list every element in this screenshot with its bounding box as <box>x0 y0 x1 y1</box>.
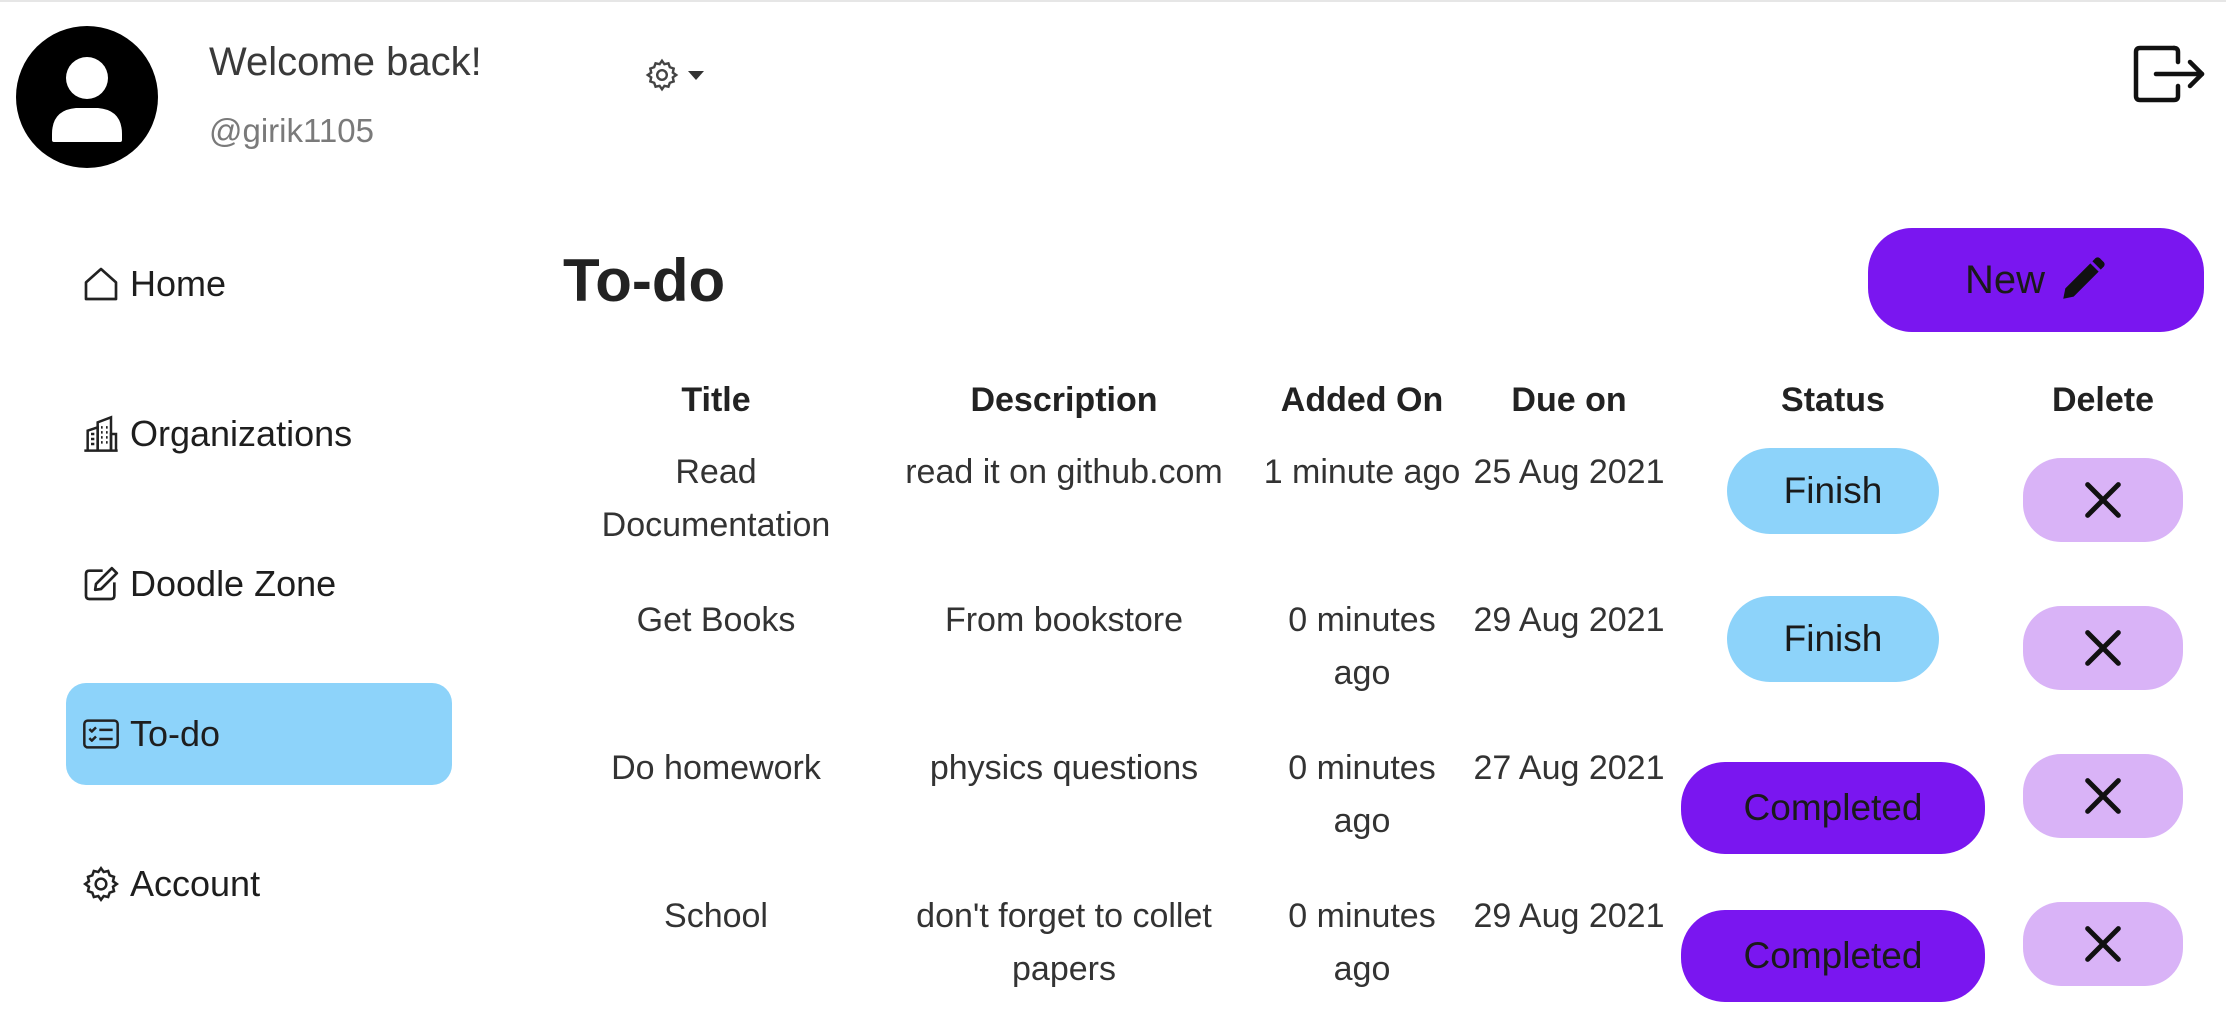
sidebar-item-label: Home <box>130 263 227 304</box>
cell-status: Completed <box>1673 882 1993 1018</box>
cell-status: Finish <box>1673 438 1993 586</box>
delete-button[interactable] <box>2023 902 2183 986</box>
checklist-icon <box>80 713 122 755</box>
username: @girik1105 <box>209 112 374 149</box>
close-icon <box>2085 926 2121 962</box>
delete-button[interactable] <box>2023 754 2183 838</box>
cell-added-on: 1 minute ago <box>1263 453 1461 491</box>
cell-due-on: 29 Aug 2021 <box>1473 897 1665 935</box>
finish-button[interactable]: Finish <box>1727 448 1939 534</box>
new-button-label: New <box>1964 257 2046 302</box>
cell-description: don't forget to collet papers <box>916 897 1212 988</box>
home-icon <box>80 263 122 305</box>
gear-icon <box>644 57 680 93</box>
cell-added-on: 0 minutes ago <box>1288 601 1436 692</box>
cell-description: From bookstore <box>944 601 1184 639</box>
top-divider <box>0 0 2226 2</box>
cell-due-on: 27 Aug 2021 <box>1473 749 1665 787</box>
table-row: Get Books From bookstore 0 minutes ago 2… <box>563 586 2213 734</box>
delete-button[interactable] <box>2023 606 2183 690</box>
column-header-status: Status <box>1781 380 1885 419</box>
cell-added-on: 0 minutes ago <box>1288 897 1436 988</box>
welcome-message: Welcome back! <box>209 40 482 84</box>
sidebar-item-label: To-do <box>130 713 221 754</box>
finish-button[interactable]: Finish <box>1727 596 1939 682</box>
buildings-icon <box>80 413 122 455</box>
sidebar-item-todo[interactable]: To-do <box>66 683 452 785</box>
page: Welcome back! @girik1105 Home Organizati… <box>0 0 2226 1018</box>
cell-status: Finish <box>1673 586 1993 734</box>
cell-title: Get Books <box>636 601 796 639</box>
user-avatar-icon <box>52 57 122 142</box>
avatar[interactable] <box>16 26 158 168</box>
cell-status: Completed <box>1673 734 1993 882</box>
table-row: School don't forget to collet papers 0 m… <box>563 882 2213 1018</box>
sidebar-item-label: Account <box>130 863 261 904</box>
cell-description: read it on github.com <box>905 453 1223 491</box>
cell-delete <box>1993 586 2213 734</box>
pencil-square-icon <box>80 563 122 605</box>
column-header-delete: Delete <box>2051 380 2155 419</box>
column-header-added-on: Added On <box>1280 380 1444 419</box>
todo-table: Title Description Added On Due on Status… <box>563 362 2213 1018</box>
cell-delete <box>1993 734 2213 882</box>
pencil-icon <box>2057 255 2107 305</box>
sidebar-item-account[interactable]: Account <box>66 833 452 935</box>
sidebar-item-doodle-zone[interactable]: Doodle Zone <box>66 533 452 635</box>
cell-title: School <box>664 897 768 935</box>
close-icon <box>2085 482 2121 518</box>
sidebar-item-organizations[interactable]: Organizations <box>66 383 452 485</box>
cell-added-on: 0 minutes ago <box>1288 749 1436 840</box>
cell-title: Read Documentation <box>601 453 831 544</box>
new-todo-button[interactable]: New <box>1868 228 2204 332</box>
cell-title: Do homework <box>611 749 821 787</box>
close-icon <box>2085 778 2121 814</box>
sidebar-item-home[interactable]: Home <box>66 233 452 335</box>
sidebar-item-label: Doodle Zone <box>130 563 337 604</box>
column-header-due-on: Due on <box>1511 380 1627 419</box>
cell-delete <box>1993 438 2213 586</box>
gear-icon <box>80 863 122 905</box>
completed-button[interactable]: Completed <box>1681 762 1985 854</box>
cell-description: physics questions <box>929 749 1199 787</box>
sidebar-item-label: Organizations <box>130 413 353 454</box>
table-header-row: Title Description Added On Due on Status… <box>563 362 2213 438</box>
completed-button[interactable]: Completed <box>1681 910 1985 1002</box>
logout-icon[interactable] <box>2132 42 2208 106</box>
page-title: To-do <box>563 247 726 314</box>
cell-delete <box>1993 882 2213 1018</box>
close-icon <box>2085 630 2121 666</box>
table-row: Do homework physics questions 0 minutes … <box>563 734 2213 882</box>
column-header-description: Description <box>970 380 1158 419</box>
cell-due-on: 29 Aug 2021 <box>1473 601 1665 639</box>
cell-due-on: 25 Aug 2021 <box>1473 453 1665 491</box>
chevron-down-icon <box>688 70 704 80</box>
delete-button[interactable] <box>2023 458 2183 542</box>
table-row: Read Documentation read it on github.com… <box>563 438 2213 586</box>
column-header-title: Title <box>681 380 751 419</box>
settings-dropdown-toggle[interactable] <box>644 54 720 96</box>
